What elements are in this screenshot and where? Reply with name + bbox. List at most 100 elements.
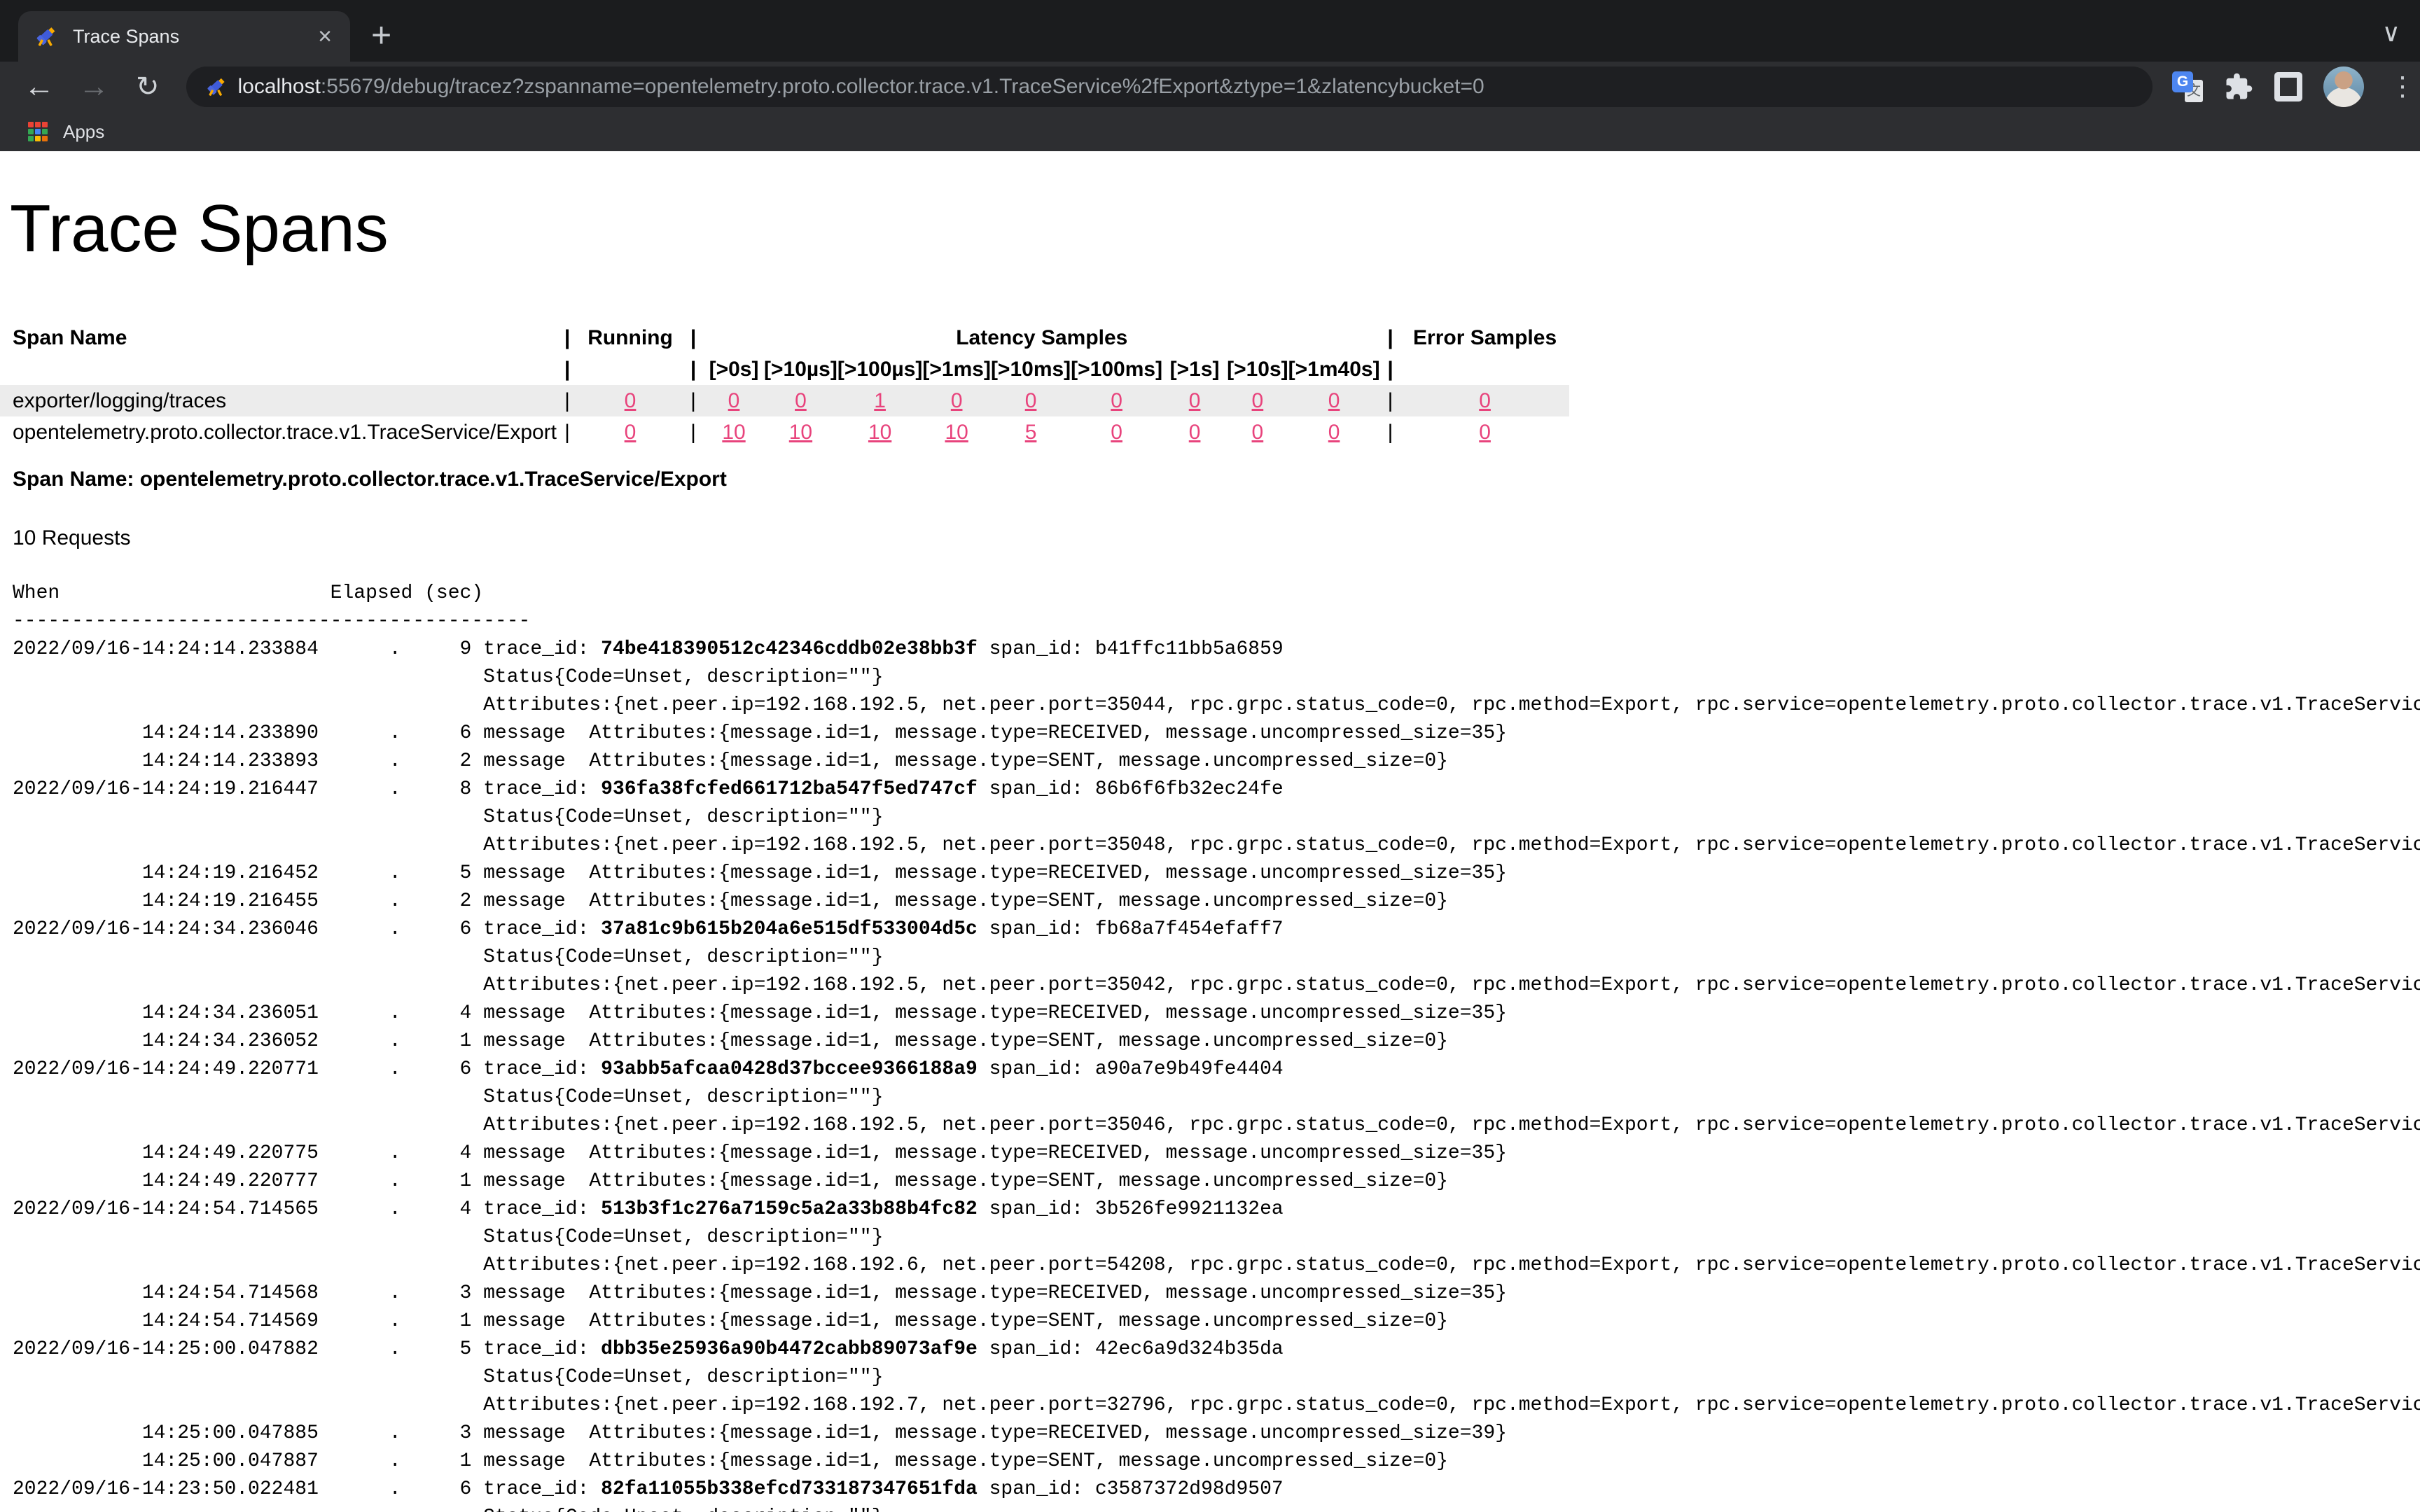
log-header: When Elapsed (sec) — [13, 580, 2420, 608]
log-status-line: Status{Code=Unset, description=""} — [13, 1504, 2420, 1512]
column-separator: | — [557, 385, 578, 416]
log-request-line: 2022/09/16-14:24:14.233884 . 9 trace_id:… — [13, 636, 2420, 664]
browser-tab[interactable]: Trace Spans × — [18, 11, 350, 62]
latency-bucket-link[interactable]: 10 — [868, 421, 891, 444]
side-panel-icon[interactable] — [2274, 72, 2302, 102]
latency-bucket-link[interactable]: 0 — [1328, 389, 1340, 412]
apps-bookmark-label: Apps — [63, 121, 104, 143]
latency-bucket-link[interactable]: 0 — [1328, 421, 1340, 444]
log-separator: ----------------------------------------… — [13, 608, 2420, 636]
bucket-label: [>1s] — [1162, 354, 1227, 385]
bucket-label: [>10ms] — [991, 354, 1071, 385]
latency-bucket-link[interactable]: 10 — [945, 421, 968, 444]
latency-bucket-link[interactable]: 0 — [795, 389, 807, 412]
log-event-line: 14:24:34.236051 . 4 message Attributes:{… — [13, 1000, 2420, 1028]
tab-strip-chevron-icon[interactable]: ∨ — [2382, 18, 2400, 48]
latency-bucket-link[interactable]: 1 — [874, 389, 886, 412]
log-request-line: 2022/09/16-14:24:54.714565 . 4 trace_id:… — [13, 1196, 2420, 1224]
address-bar[interactable]: localhost:55679/debug/tracez?zspanname=o… — [186, 66, 2153, 107]
log-attributes-line: Attributes:{net.peer.ip=192.168.192.5, n… — [13, 692, 2420, 720]
latency-bucket-link[interactable]: 5 — [1025, 421, 1037, 444]
tab-strip: Trace Spans × + ∨ — [0, 0, 2420, 62]
site-telescope-icon — [204, 76, 227, 98]
telescope-favicon-icon — [34, 24, 57, 48]
tab-title: Trace Spans — [73, 26, 318, 48]
latency-bucket-link[interactable]: 10 — [722, 421, 745, 444]
log-status-line: Status{Code=Unset, description=""} — [13, 1224, 2420, 1252]
col-running: Running — [578, 322, 683, 354]
latency-bucket-link[interactable]: 0 — [1252, 389, 1264, 412]
log-event-line: 14:24:14.233893 . 2 message Attributes:{… — [13, 748, 2420, 776]
menu-kebab-icon[interactable]: ⋮ — [2385, 74, 2420, 100]
log-attributes-line: Attributes:{net.peer.ip=192.168.192.5, n… — [13, 972, 2420, 1000]
log-request-line: 2022/09/16-14:25:00.047882 . 5 trace_id:… — [13, 1336, 2420, 1364]
log-status-line: Status{Code=Unset, description=""} — [13, 664, 2420, 692]
span-summary-table: Span Name | Running | Latency Samples | … — [0, 322, 1569, 448]
profile-avatar[interactable] — [2323, 66, 2364, 107]
latency-bucket-link[interactable]: 0 — [1025, 389, 1037, 412]
latency-bucket-link[interactable]: 0 — [1189, 389, 1201, 412]
col-latency-samples: Latency Samples — [704, 322, 1380, 354]
log-request-line: 2022/09/16-14:24:49.220771 . 6 trace_id:… — [13, 1056, 2420, 1084]
log-event-line: 14:24:19.216452 . 5 message Attributes:{… — [13, 860, 2420, 888]
log-attributes-line: Attributes:{net.peer.ip=192.168.192.7, n… — [13, 1392, 2420, 1420]
latency-bucket-link[interactable]: 0 — [1252, 421, 1264, 444]
bucket-label: [>1ms] — [922, 354, 991, 385]
column-separator: | — [683, 385, 704, 416]
log-status-line: Status{Code=Unset, description=""} — [13, 944, 2420, 972]
log-event-line: 14:24:34.236052 . 1 message Attributes:{… — [13, 1028, 2420, 1056]
bucket-label: [>10s] — [1227, 354, 1288, 385]
log-status-line: Status{Code=Unset, description=""} — [13, 1364, 2420, 1392]
browser-toolbar: ← → ↻ localhost:55679/debug/tracez?zspan… — [0, 62, 2420, 112]
url-path: :55679/debug/tracez?zspanname=openteleme… — [321, 75, 1484, 98]
log-attributes-line: Attributes:{net.peer.ip=192.168.192.6, n… — [13, 1252, 2420, 1280]
tab-close-icon[interactable]: × — [318, 24, 332, 48]
log-attributes-line: Attributes:{net.peer.ip=192.168.192.5, n… — [13, 832, 2420, 860]
log-request-line: 2022/09/16-14:24:34.236046 . 6 trace_id:… — [13, 916, 2420, 944]
latency-bucket-link[interactable]: 0 — [1189, 421, 1201, 444]
request-count: 10 Requests — [13, 526, 2420, 550]
summary-header-row: Span Name | Running | Latency Samples | … — [0, 322, 1569, 354]
log-event-line: 14:24:54.714569 . 1 message Attributes:{… — [13, 1308, 2420, 1336]
latency-bucket-link[interactable]: 0 — [728, 389, 740, 412]
latency-bucket-link[interactable]: 0 — [1111, 389, 1122, 412]
column-separator: | — [557, 354, 578, 385]
summary-bucket-row: | | [>0s] [>10µs] [>100µs] [>1ms] [>10ms… — [0, 354, 1569, 385]
log-status-line: Status{Code=Unset, description=""} — [13, 804, 2420, 832]
column-separator: | — [1380, 354, 1401, 385]
bucket-label: [>0s] — [704, 354, 764, 385]
log-event-line: 14:25:00.047887 . 1 message Attributes:{… — [13, 1448, 2420, 1476]
log-event-line: 14:25:00.047885 . 3 message Attributes:{… — [13, 1420, 2420, 1448]
span-row: opentelemetry.proto.collector.trace.v1.T… — [0, 416, 1569, 448]
forward-button[interactable]: → — [78, 71, 109, 102]
latency-bucket-link[interactable]: 0 — [951, 389, 963, 412]
extensions-puzzle-icon[interactable] — [2224, 72, 2253, 102]
back-button[interactable]: ← — [24, 71, 55, 102]
error-count-link[interactable]: 0 — [1479, 389, 1491, 412]
bucket-label: [>1m40s] — [1288, 354, 1380, 385]
request-log-lines: When Elapsed (sec)----------------------… — [13, 580, 2420, 1512]
error-count-link[interactable]: 0 — [1479, 421, 1491, 444]
span-name-cell: exporter/logging/traces — [0, 385, 557, 416]
column-separator: | — [557, 322, 578, 354]
bucket-label: [>10µs] — [764, 354, 837, 385]
log-status-line: Status{Code=Unset, description=""} — [13, 1084, 2420, 1112]
apps-grid-icon — [28, 122, 48, 141]
running-count-link[interactable]: 0 — [625, 421, 637, 444]
column-separator: | — [683, 416, 704, 448]
log-event-line: 14:24:14.233890 . 6 message Attributes:{… — [13, 720, 2420, 748]
log-event-line: 14:24:54.714568 . 3 message Attributes:{… — [13, 1280, 2420, 1308]
new-tab-button[interactable]: + — [371, 20, 391, 50]
running-count-link[interactable]: 0 — [625, 389, 637, 412]
latency-bucket-link[interactable]: 0 — [1111, 421, 1122, 444]
latency-bucket-link[interactable]: 10 — [789, 421, 812, 444]
apps-bookmark[interactable]: Apps — [28, 121, 104, 143]
col-error-samples: Error Samples — [1401, 322, 1569, 354]
reload-button[interactable]: ↻ — [136, 73, 160, 101]
log-event-line: 14:24:19.216455 . 2 message Attributes:{… — [13, 888, 2420, 916]
bucket-label: [>100ms] — [1071, 354, 1162, 385]
translate-icon[interactable]: 文 G — [2172, 71, 2203, 102]
log-event-line: 14:24:49.220777 . 1 message Attributes:{… — [13, 1168, 2420, 1196]
log-request-line: 2022/09/16-14:23:50.022481 . 6 trace_id:… — [13, 1476, 2420, 1504]
tracez-page: Trace Spans Span Name | Running | Latenc… — [0, 151, 2420, 1512]
